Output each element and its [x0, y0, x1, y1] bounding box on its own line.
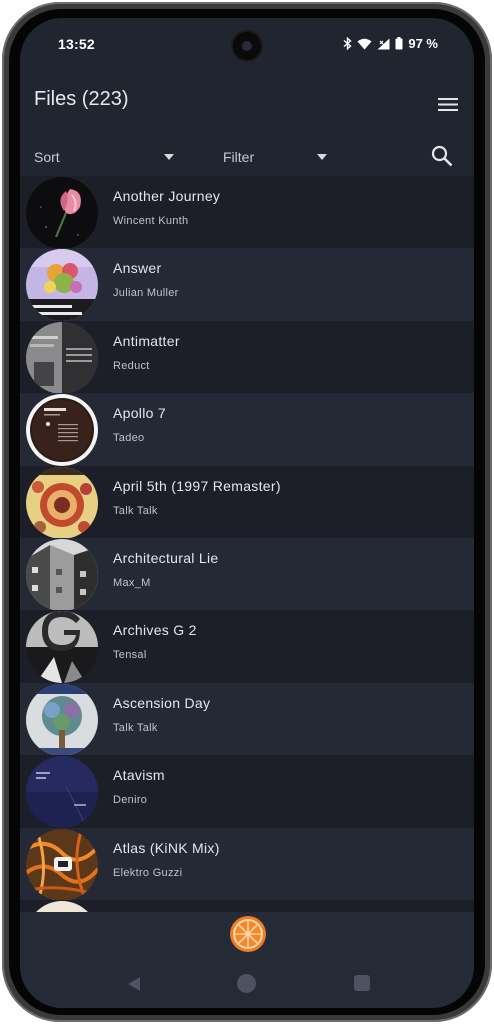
bottom-bar — [20, 912, 474, 1008]
menu-button[interactable] — [430, 86, 466, 122]
track-title: Antimatter — [113, 332, 180, 349]
signal-icon — [377, 38, 390, 50]
album-art-support-ukraine — [26, 249, 98, 322]
track-artist: Deniro — [113, 794, 148, 807]
nav-home-button[interactable] — [237, 974, 256, 993]
list-item[interactable]: Answer Julian Muller — [20, 248, 474, 322]
track-title: Atavism — [113, 767, 165, 784]
track-title: Atlas (KiNK Mix) — [113, 839, 220, 856]
track-artist: Talk Talk — [113, 721, 158, 734]
track-title: Ascension Day — [113, 694, 211, 711]
list-item[interactable]: Ascension Day Talk Talk — [20, 682, 474, 756]
track-artist: Elektro Guzzi — [113, 866, 183, 879]
sort-dropdown[interactable]: Sort — [34, 142, 174, 170]
chevron-down-icon — [164, 154, 174, 160]
chevron-down-icon — [317, 154, 327, 160]
track-title: Apollo 7 — [113, 405, 166, 422]
track-artist: Tensal — [113, 649, 147, 662]
album-art-partial — [26, 900, 98, 912]
orange-slice-icon — [230, 916, 266, 952]
album-art-grey-building — [26, 321, 98, 394]
page-title: Files (223) — [34, 88, 129, 110]
list-item[interactable]: Archives G 2 Tensal — [20, 610, 474, 684]
track-title: Archives G 2 — [113, 622, 197, 639]
track-artist: Talk Talk — [113, 504, 158, 517]
album-art-orange-wires — [26, 828, 98, 901]
filter-dropdown[interactable]: Filter — [223, 142, 327, 170]
app-header: Files (223) — [20, 74, 474, 136]
now-playing-button[interactable] — [229, 915, 267, 953]
filter-label: Filter — [223, 149, 255, 165]
front-camera — [233, 32, 261, 60]
back-triangle-icon — [128, 977, 140, 991]
toolbar: Sort Filter — [20, 136, 474, 176]
track-artist: Tadeo — [113, 432, 145, 445]
status-bar: 13:52 97 % — [20, 18, 474, 74]
album-art-letter-g — [26, 611, 98, 684]
track-title: April 5th (1997 Remaster) — [113, 477, 281, 494]
track-title: Another Journey — [113, 188, 221, 204]
list-item[interactable]: Apollo 7 Tadeo — [20, 393, 474, 467]
album-art-tree-illustration — [26, 683, 98, 756]
battery-percent: 97 % — [408, 36, 438, 51]
track-artist: Max_M — [113, 576, 151, 589]
nav-back-button[interactable] — [126, 976, 142, 997]
album-art-pink-flower — [26, 177, 98, 249]
track-title: Architectural Lie — [113, 549, 219, 566]
screen: 13:52 97 % Files (223) Sort Filter Anoth… — [20, 18, 474, 1008]
list-item[interactable]: April 5th (1997 Remaster) Talk Talk — [20, 465, 474, 539]
album-art-ornate-pattern — [26, 466, 98, 539]
list-item[interactable]: Another Journey Wincent Kunth — [20, 176, 474, 249]
list-item[interactable]: Antimatter Reduct — [20, 320, 474, 394]
bluetooth-icon — [343, 37, 352, 50]
album-art-bw-architecture — [26, 538, 98, 611]
track-artist: Julian Muller — [113, 287, 179, 300]
list-item[interactable] — [20, 899, 474, 912]
list-item[interactable]: Atlas (KiNK Mix) Elektro Guzzi — [20, 827, 474, 901]
file-list[interactable]: Another Journey Wincent Kunth Answer Jul… — [20, 176, 474, 912]
hamburger-menu-icon — [438, 97, 458, 111]
track-artist: Wincent Kunth — [113, 215, 189, 227]
search-icon — [431, 145, 453, 167]
search-button[interactable] — [424, 138, 460, 174]
status-time: 13:52 — [58, 36, 95, 52]
nav-recents-button[interactable] — [354, 975, 370, 991]
album-art-dark-blue — [26, 756, 98, 829]
status-icons: 97 % — [343, 36, 438, 51]
wifi-icon — [357, 38, 372, 50]
sort-label: Sort — [34, 149, 60, 165]
list-item[interactable]: Atavism Deniro — [20, 755, 474, 829]
album-art-tadeo — [26, 394, 98, 467]
battery-icon — [395, 37, 403, 50]
list-item[interactable]: Architectural Lie Max_M — [20, 537, 474, 611]
track-title: Answer — [113, 260, 162, 277]
track-artist: Reduct — [113, 359, 150, 372]
